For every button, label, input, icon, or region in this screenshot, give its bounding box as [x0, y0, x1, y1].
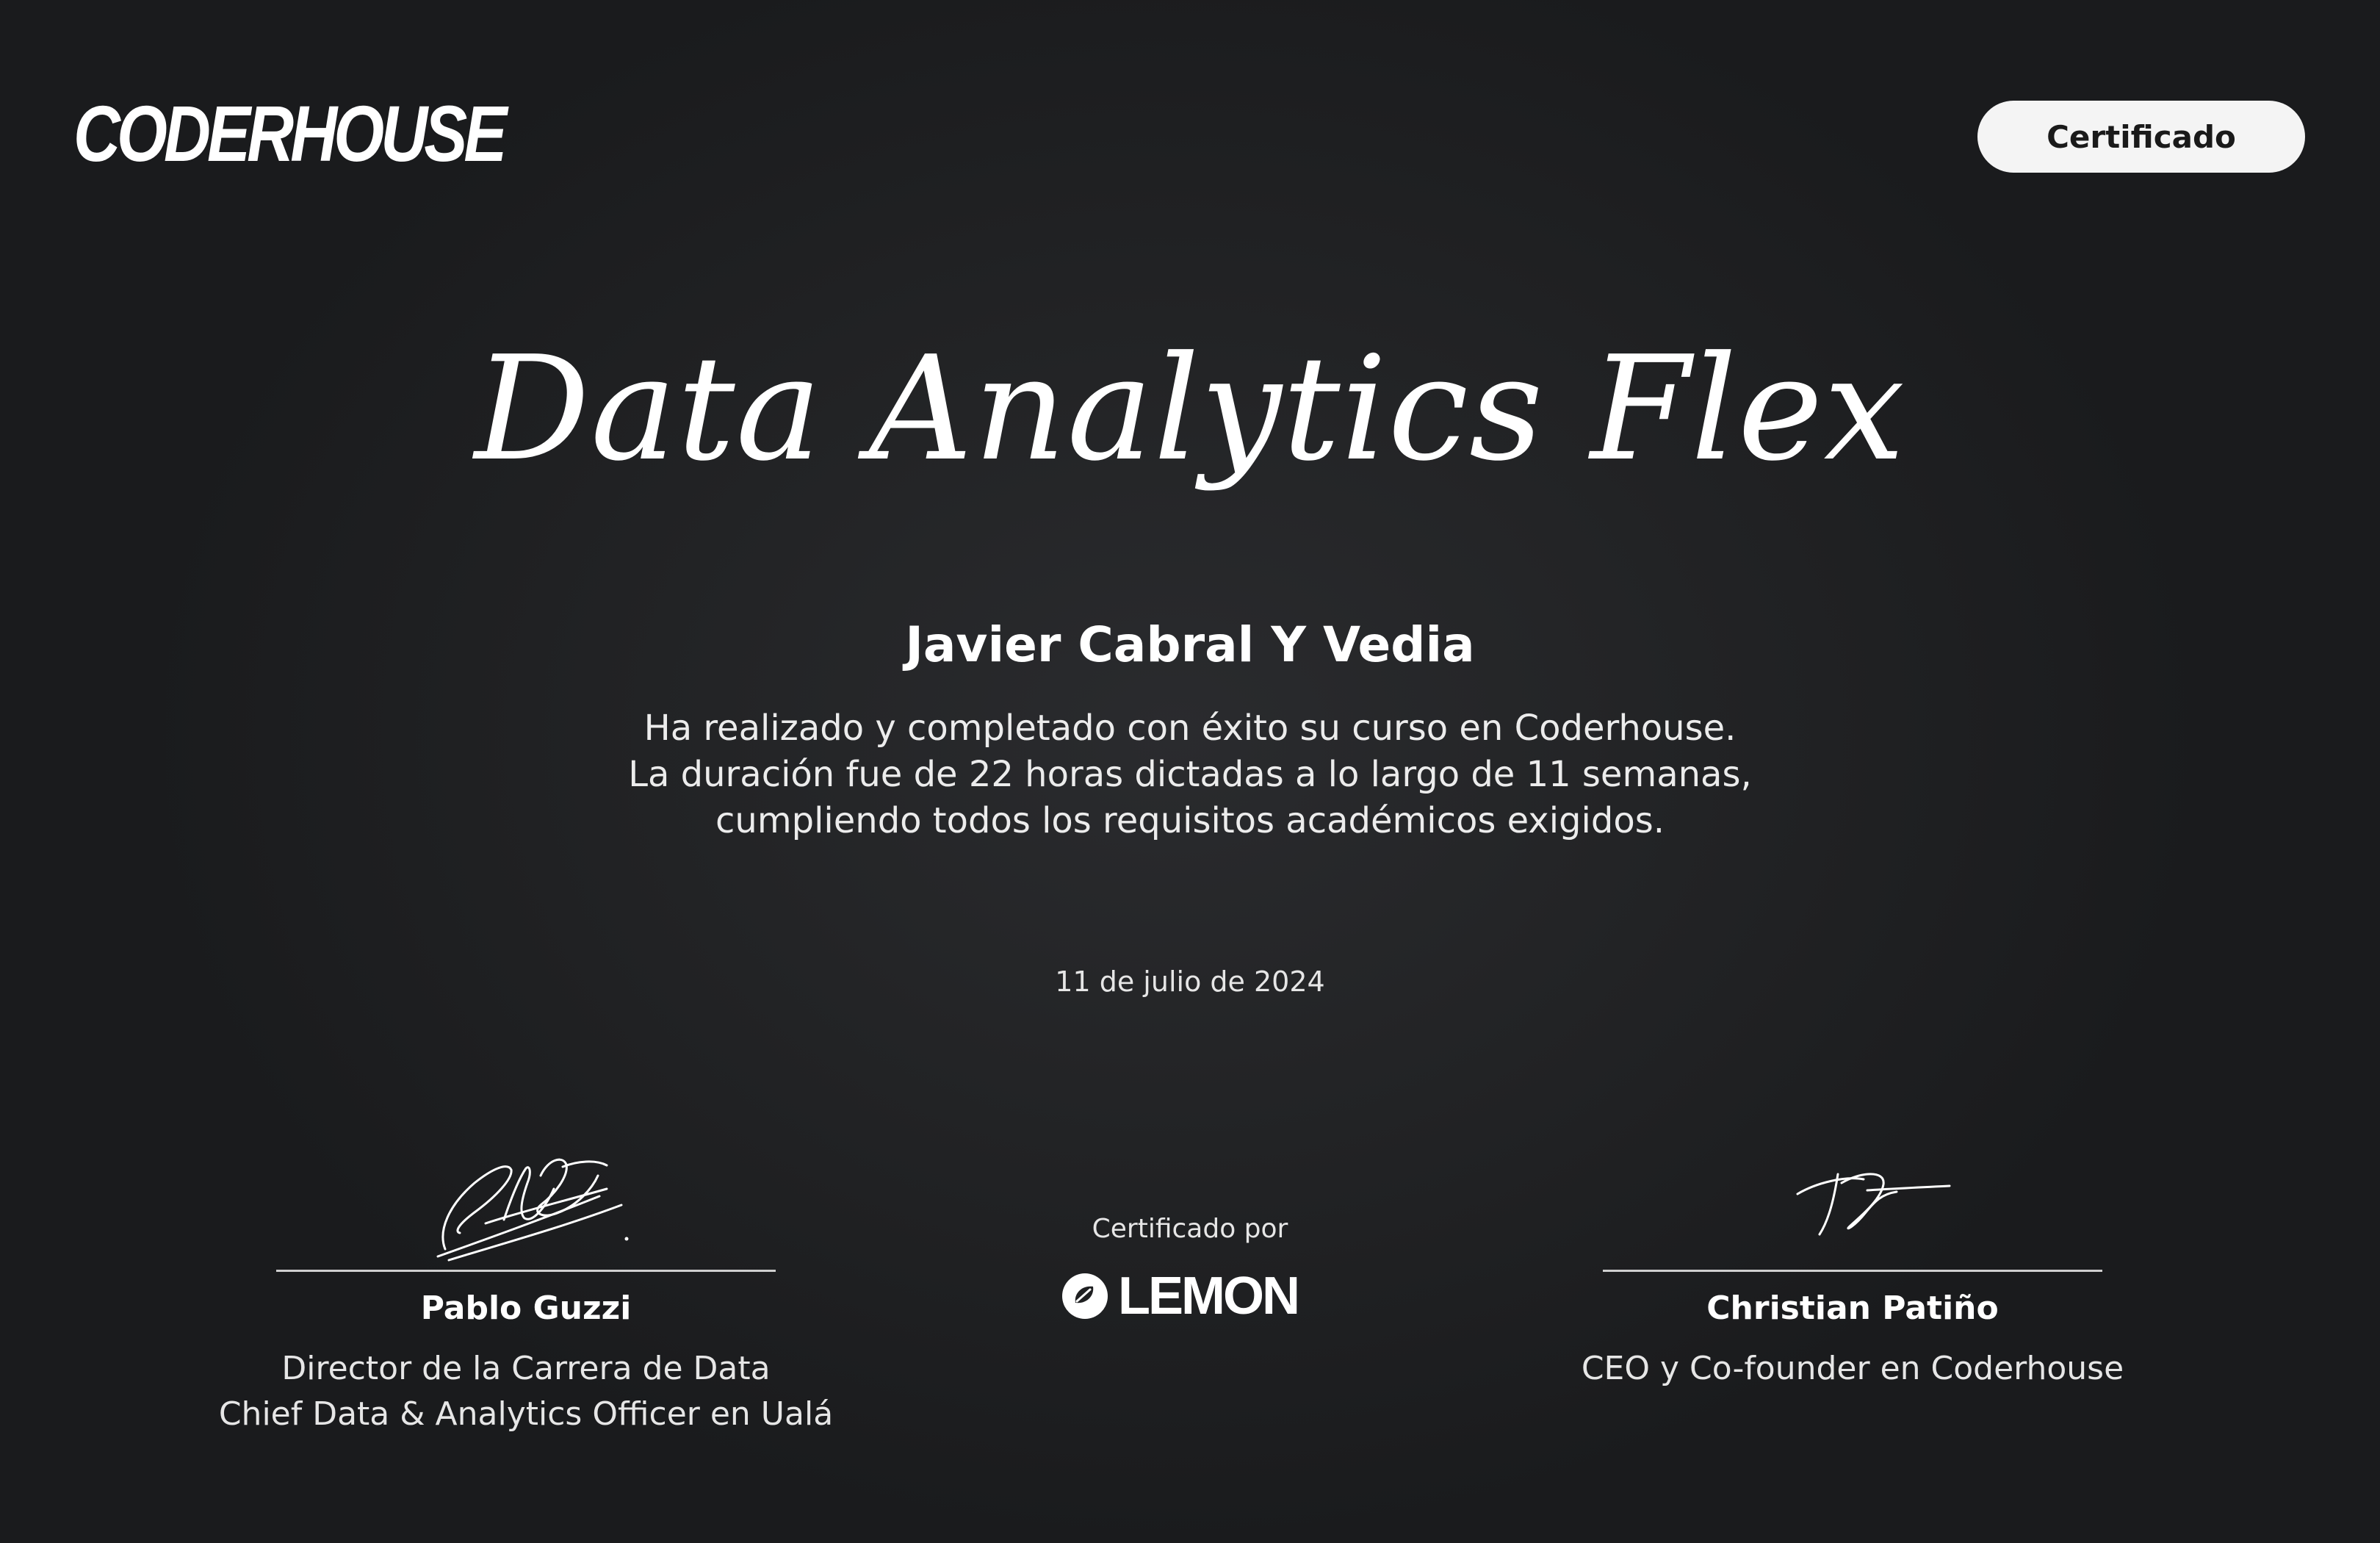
completion-description: Ha realizado y completado con éxito su c… — [0, 705, 2380, 844]
signature-area — [1522, 1102, 2183, 1270]
lemon-logo: LEMON — [1061, 1267, 1300, 1326]
description-line: Ha realizado y completado con éxito su c… — [643, 708, 1737, 749]
lemon-wordmark: LEMON — [1118, 1267, 1300, 1326]
description-line: La duración fue de 22 horas dictadas a l… — [628, 754, 1752, 795]
signature-rule — [1603, 1270, 2102, 1272]
lemon-mark-icon — [1062, 1273, 1108, 1319]
signer-role: Director de la Carrera de Data Chief Dat… — [195, 1346, 857, 1437]
signature-rule — [276, 1270, 776, 1272]
signer-role-line: CEO y Co-founder en Coderhouse — [1581, 1349, 2124, 1387]
signature-area — [195, 1102, 857, 1270]
signer-right: Christian Patiño CEO y Co-founder en Cod… — [1522, 1102, 2183, 1392]
signature-pablo-guzzi-icon — [436, 1158, 629, 1262]
description-line: cumpliendo todos los requisitos académic… — [715, 800, 1665, 841]
signature-christian-patino-icon — [1796, 1173, 1951, 1236]
signer-name: Pablo Guzzi — [420, 1290, 632, 1327]
course-title: Data Analytics Flex — [474, 325, 1906, 493]
coderhouse-logo: CODERHOUSE — [73, 89, 507, 178]
signer-role-line: Director de la Carrera de Data — [281, 1349, 771, 1387]
student-name: Javier Cabral Y Vedia — [905, 616, 1475, 673]
signer-role-line: Chief Data & Analytics Officer en Ualá — [218, 1395, 834, 1433]
certificate-badge: Certificado — [1977, 101, 2305, 173]
issue-date: 11 de julio de 2024 — [1055, 965, 1325, 998]
certificate: CODERHOUSE Certificado Data Analytics Fl… — [0, 0, 2380, 1543]
signer-name: Christian Patiño — [1706, 1290, 1999, 1327]
signer-role: CEO y Co-founder en Coderhouse — [1522, 1346, 2183, 1392]
signer-left: Pablo Guzzi Director de la Carrera de Da… — [195, 1102, 857, 1437]
